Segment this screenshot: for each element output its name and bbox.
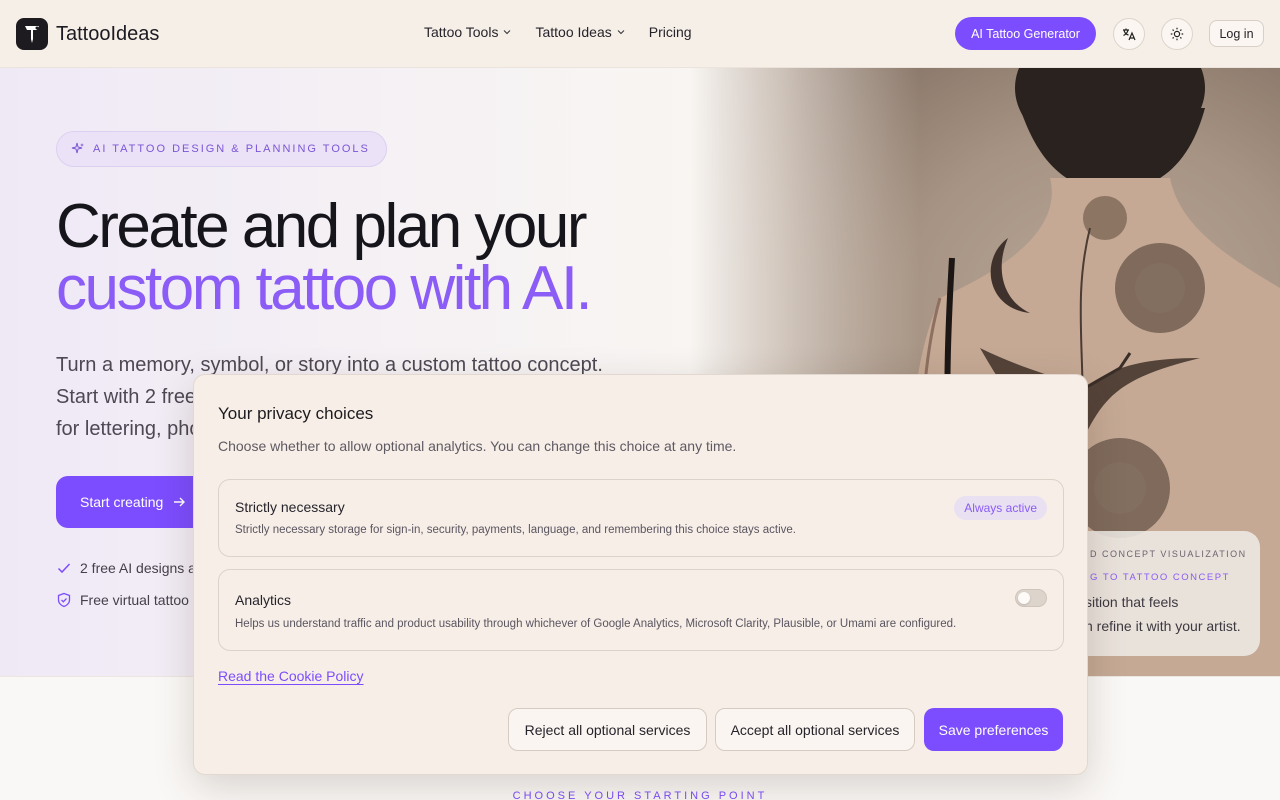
reject-all-button[interactable]: Reject all optional services — [508, 708, 707, 751]
nav-tattoo-tools[interactable]: Tattoo Tools — [424, 24, 511, 40]
hero-title-line1: Create and plan your — [56, 192, 588, 261]
privacy-dialog-title: Your privacy choices — [218, 404, 374, 423]
ai-tattoo-generator-button[interactable]: AI Tattoo Generator — [955, 17, 1096, 50]
concept-card-text-1: sition that feels — [1085, 594, 1179, 610]
theme-toggle-button[interactable] — [1161, 18, 1193, 50]
nav-pricing[interactable]: Pricing — [649, 24, 692, 40]
sun-icon — [1170, 27, 1184, 41]
start-creating-button[interactable]: Start creating — [56, 476, 210, 528]
option-analytics: Analytics Helps us understand traffic an… — [218, 569, 1064, 651]
toggle-knob — [1018, 592, 1030, 604]
nav-label: Tattoo Tools — [424, 24, 499, 40]
feature-free-designs: 2 free AI designs a — [56, 560, 196, 576]
save-preferences-button[interactable]: Save preferences — [924, 708, 1063, 751]
nav-label: Pricing — [648, 24, 692, 40]
concept-card-text-2: n refine it with your artist. — [1085, 618, 1241, 634]
accept-all-button[interactable]: Accept all optional services — [715, 708, 915, 751]
option-title: Strictly necessary — [235, 499, 345, 515]
privacy-dialog: Your privacy choices Choose whether to a… — [193, 374, 1088, 775]
option-description: Strictly necessary storage for sign-in, … — [235, 524, 796, 536]
option-strictly-necessary: Strictly necessary Always active Strictl… — [218, 479, 1064, 557]
chevron-down-icon — [504, 30, 511, 35]
option-title: Analytics — [235, 592, 292, 608]
hero-badge: AI TATTOO DESIGN & PLANNING TOOLS — [56, 131, 387, 167]
privacy-dialog-subtitle: Choose whether to allow optional analyti… — [218, 438, 737, 454]
nav-label: Tattoo Ideas — [535, 24, 612, 40]
section-eyebrow: CHOOSE YOUR STARTING POINT — [512, 790, 768, 800]
login-button[interactable]: Log in — [1209, 20, 1264, 47]
analytics-toggle[interactable] — [1015, 589, 1047, 607]
main-nav: Tattoo Tools Tattoo Ideas Pricing — [424, 24, 692, 40]
hero-title-line2: custom tattoo with AI. — [56, 254, 593, 323]
language-button[interactable] — [1113, 18, 1145, 50]
cookie-policy-link[interactable]: Read the Cookie Policy — [218, 668, 364, 684]
feature-text: 2 free AI designs a — [80, 560, 196, 576]
nav-tattoo-ideas[interactable]: Tattoo Ideas — [535, 24, 625, 40]
option-description: Helps us understand traffic and product … — [235, 618, 957, 630]
arrow-right-icon — [174, 497, 186, 507]
tattoo-machine-icon — [16, 18, 48, 50]
feature-virtual-tattoo: Free virtual tattoo — [56, 592, 189, 608]
chevron-down-icon — [617, 30, 625, 35]
site-header: TattooIdeas Tattoo Tools Tattoo Ideas Pr… — [0, 0, 1280, 68]
concept-card-title: G TO TATTOO CONCEPT — [1090, 572, 1230, 583]
translate-icon — [1123, 28, 1136, 41]
sparkle-icon — [71, 142, 84, 154]
feature-text: Free virtual tattoo — [80, 592, 189, 608]
brand-name: TattooIdeas — [56, 22, 160, 45]
brand-logo[interactable]: TattooIdeas — [16, 18, 159, 50]
start-creating-label: Start creating — [80, 494, 164, 510]
always-active-badge: Always active — [954, 496, 1047, 520]
shield-icon — [57, 592, 71, 608]
check-icon — [57, 563, 71, 574]
concept-card-eyebrow: D CONCEPT VISUALIZATION — [1090, 549, 1247, 559]
hero-badge-text: AI TATTOO DESIGN & PLANNING TOOLS — [93, 143, 370, 155]
